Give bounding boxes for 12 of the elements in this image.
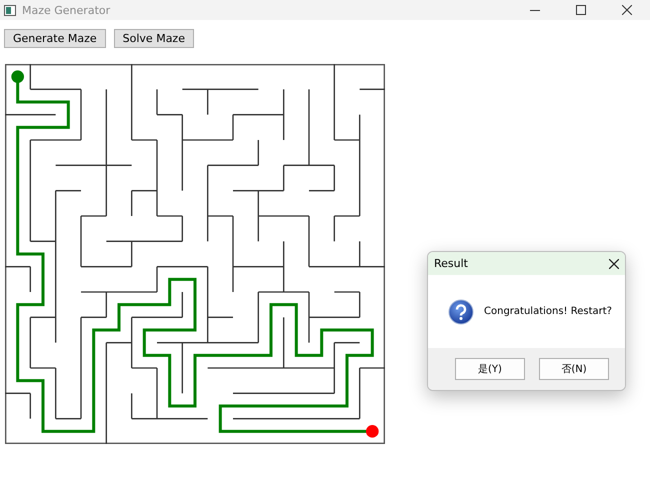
dialog-button[interactable]: 否(N) bbox=[539, 358, 609, 380]
window-title: Maze Generator bbox=[22, 4, 112, 16]
question-icon bbox=[448, 298, 474, 324]
dialog-title: Result bbox=[434, 257, 469, 270]
close-icon[interactable] bbox=[622, 5, 632, 15]
app-icon bbox=[4, 4, 16, 16]
maximize-icon[interactable] bbox=[576, 5, 586, 15]
close-icon[interactable] bbox=[609, 258, 619, 268]
toolbar-button[interactable]: Solve Maze bbox=[114, 29, 194, 48]
dialog-message: Congratulations! Restart? bbox=[484, 306, 612, 317]
dialog-button[interactable]: 是(Y) bbox=[455, 358, 525, 380]
toolbar-button[interactable]: Generate Maze bbox=[4, 29, 106, 48]
